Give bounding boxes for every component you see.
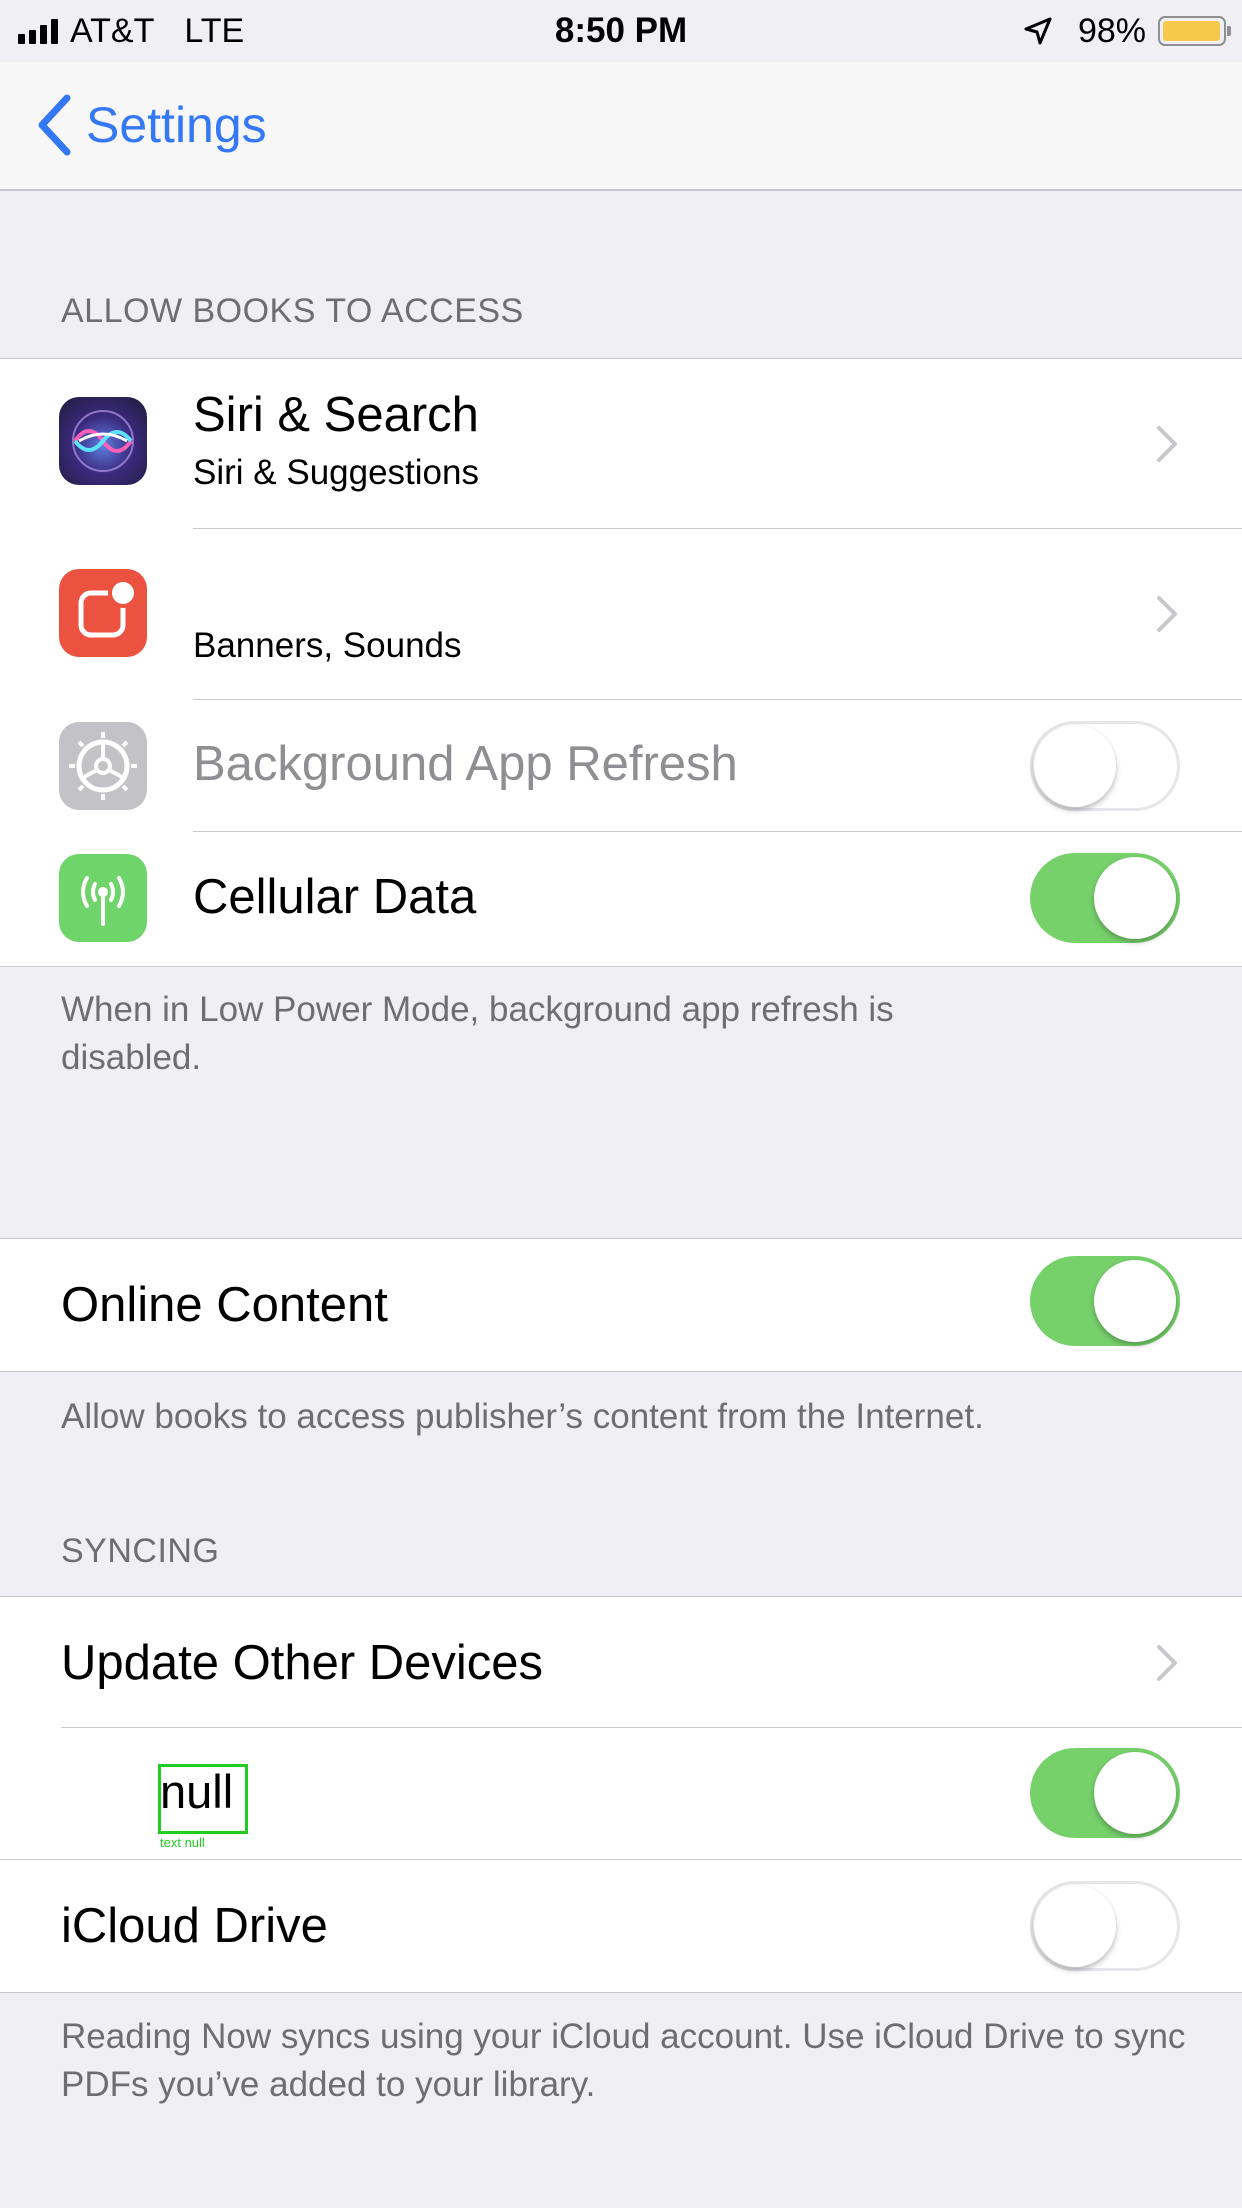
siri-icon [59, 397, 147, 485]
section-header-syncing: SYNCING [61, 1532, 220, 1570]
icloud-drive-row: iCloud Drive [0, 1860, 1242, 1992]
cellular-data-title: Cellular Data [193, 870, 477, 924]
back-label: Settings [86, 97, 267, 153]
online-content-toggle[interactable] [1030, 1256, 1180, 1346]
null-setting-title: null [160, 1765, 234, 1818]
background-refresh-toggle[interactable] [1030, 721, 1180, 811]
settings-gear-icon [59, 722, 147, 810]
status-bar: AT&T LTE 8:50 PM 98% [0, 0, 1242, 62]
debug-caption: text null [160, 1835, 205, 1850]
back-button[interactable]: Settings [36, 92, 267, 158]
background-refresh-title: Background App Refresh [193, 737, 738, 791]
chevron-right-icon [1157, 596, 1177, 632]
cellular-antenna-icon [59, 854, 147, 942]
online-content-row: Online Content [0, 1239, 1242, 1371]
battery-percent: 98% [1077, 11, 1146, 50]
location-arrow-icon [1024, 17, 1052, 45]
navigation-bar: Settings [0, 62, 1242, 191]
icloud-drive-title: iCloud Drive [61, 1899, 328, 1953]
online-content-footer: Allow books to access publisher’s conten… [61, 1397, 984, 1436]
siri-search-subtitle: Siri & Suggestions [193, 453, 479, 492]
syncing-group: Update Other Devices null text null iClo… [0, 1596, 1242, 1993]
online-content-group: Online Content [0, 1238, 1242, 1372]
online-content-title: Online Content [61, 1278, 388, 1332]
siri-search-title: Siri & Search [193, 388, 479, 442]
notifications-row[interactable]: Banners, Sounds [0, 529, 1242, 700]
siri-search-row[interactable]: Siri & Search Siri & Suggestions [0, 359, 1242, 529]
update-devices-title: Update Other Devices [61, 1636, 544, 1690]
notifications-icon [59, 569, 147, 657]
null-setting-toggle[interactable] [1030, 1748, 1180, 1838]
notifications-subtitle: Banners, Sounds [193, 626, 462, 665]
icloud-footer: Reading Now syncs using your iCloud acco… [61, 2017, 1186, 2104]
battery-icon [1158, 16, 1231, 46]
low-power-footer: When in Low Power Mode, background app r… [61, 990, 894, 1077]
null-setting-row: null text null [0, 1728, 1242, 1860]
cellular-data-toggle[interactable] [1030, 853, 1180, 943]
update-devices-row[interactable]: Update Other Devices [0, 1597, 1242, 1728]
chevron-right-icon [1157, 426, 1177, 462]
icloud-drive-toggle[interactable] [1030, 1881, 1180, 1971]
section-header-allow-access: ALLOW BOOKS TO ACCESS [61, 292, 524, 330]
background-refresh-row: Background App Refresh [0, 700, 1242, 832]
chevron-right-icon [1157, 1645, 1177, 1681]
status-right: 98% [1024, 10, 1231, 52]
allow-access-group: Siri & Search Siri & Suggestions Banners… [0, 358, 1242, 967]
cellular-data-row: Cellular Data [0, 832, 1242, 966]
back-chevron-icon [38, 94, 71, 156]
